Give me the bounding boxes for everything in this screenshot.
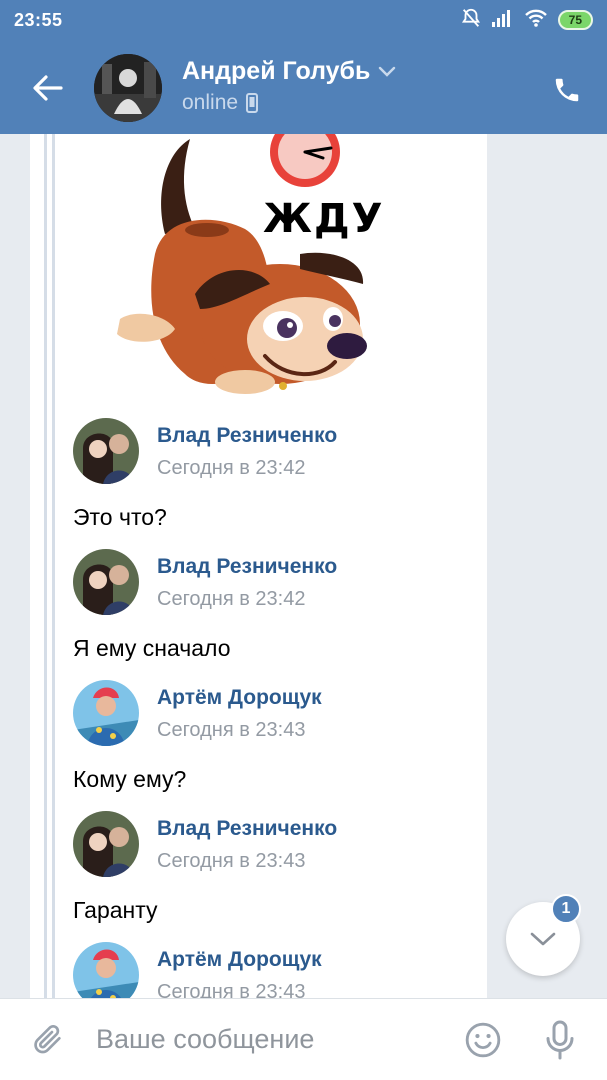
- author-name[interactable]: Влад Резниченко: [157, 555, 337, 579]
- status-icons: 75: [460, 7, 593, 34]
- message-header: Артём Дорощук Сегодня в 23:43: [73, 680, 453, 750]
- smiley-icon: [465, 1022, 501, 1058]
- message-text: Кому ему?: [73, 766, 187, 792]
- message-header: Влад Резниченко Сегодня в 23:42: [73, 549, 453, 619]
- contact-name[interactable]: Андрей Голубь: [182, 57, 370, 86]
- message-time: Сегодня в 23:42: [157, 457, 306, 479]
- signal-icon: [491, 9, 514, 32]
- phone-icon: [555, 78, 579, 102]
- message-header: Артём Дорощук Сегодня в 23:43: [73, 942, 453, 998]
- message-input[interactable]: [96, 1019, 436, 1059]
- mobile-device-icon: [246, 93, 259, 113]
- attach-button[interactable]: [28, 1019, 68, 1059]
- mute-alarm-icon: [460, 7, 482, 34]
- waiting-dog-sticker[interactable]: [95, 134, 385, 404]
- author-name[interactable]: Артём Дорощук: [157, 686, 322, 710]
- author-avatar[interactable]: [73, 680, 139, 746]
- contact-avatar[interactable]: [94, 54, 162, 122]
- chevron-down-icon: [530, 932, 556, 946]
- message-time: Сегодня в 23:42: [157, 588, 306, 610]
- battery-indicator: 75: [557, 10, 593, 30]
- message-time: Сегодня в 23:43: [157, 981, 306, 998]
- app-header: 23:55 75 Андрей Голубь online: [0, 0, 607, 134]
- message-time: Сегодня в 23:43: [157, 719, 306, 741]
- message-composer: [0, 998, 607, 1080]
- emoji-button[interactable]: [462, 1019, 504, 1061]
- author-avatar[interactable]: [73, 418, 139, 484]
- chevron-down-icon[interactable]: [378, 66, 396, 78]
- message-text: Гаранту: [73, 897, 158, 923]
- message-text: Это что?: [73, 504, 167, 530]
- author-avatar[interactable]: [73, 811, 139, 877]
- author-name[interactable]: Артём Дорощук: [157, 948, 322, 972]
- back-button[interactable]: [22, 66, 74, 110]
- message-header: Влад Резниченко Сегодня в 23:43: [73, 811, 453, 881]
- message-text: Я ему сначало: [73, 635, 231, 661]
- microphone-icon: [546, 1020, 574, 1060]
- author-name[interactable]: Влад Резниченко: [157, 817, 337, 841]
- forward-quote-line: [44, 134, 47, 998]
- contact-name-row[interactable]: Андрей Голубь: [182, 57, 396, 86]
- sticker-caption: ЖДУ: [263, 196, 385, 242]
- paperclip-icon: [34, 1024, 61, 1054]
- status-bar: 23:55 75: [0, 0, 607, 40]
- call-button[interactable]: [545, 68, 589, 112]
- contact-status-row: online: [182, 91, 259, 115]
- message-header: Влад Резниченко Сегодня в 23:42: [73, 418, 453, 488]
- unread-count-badge: 1: [551, 894, 581, 924]
- status-time: 23:55: [14, 9, 63, 30]
- arrow-left-icon: [33, 75, 63, 101]
- voice-message-button[interactable]: [540, 1017, 580, 1063]
- chat-area[interactable]: ЖДУ Влад Резниченко Сегодня в 23:42 Это …: [0, 134, 607, 998]
- online-status: online: [182, 91, 239, 114]
- author-name[interactable]: Влад Резниченко: [157, 424, 337, 448]
- author-avatar[interactable]: [73, 549, 139, 615]
- wifi-icon: [524, 9, 548, 32]
- forward-quote-line-inner: [52, 134, 55, 998]
- author-avatar[interactable]: [73, 942, 139, 998]
- message-time: Сегодня в 23:43: [157, 850, 306, 872]
- chat-toolbar: Андрей Голубь online: [0, 40, 607, 134]
